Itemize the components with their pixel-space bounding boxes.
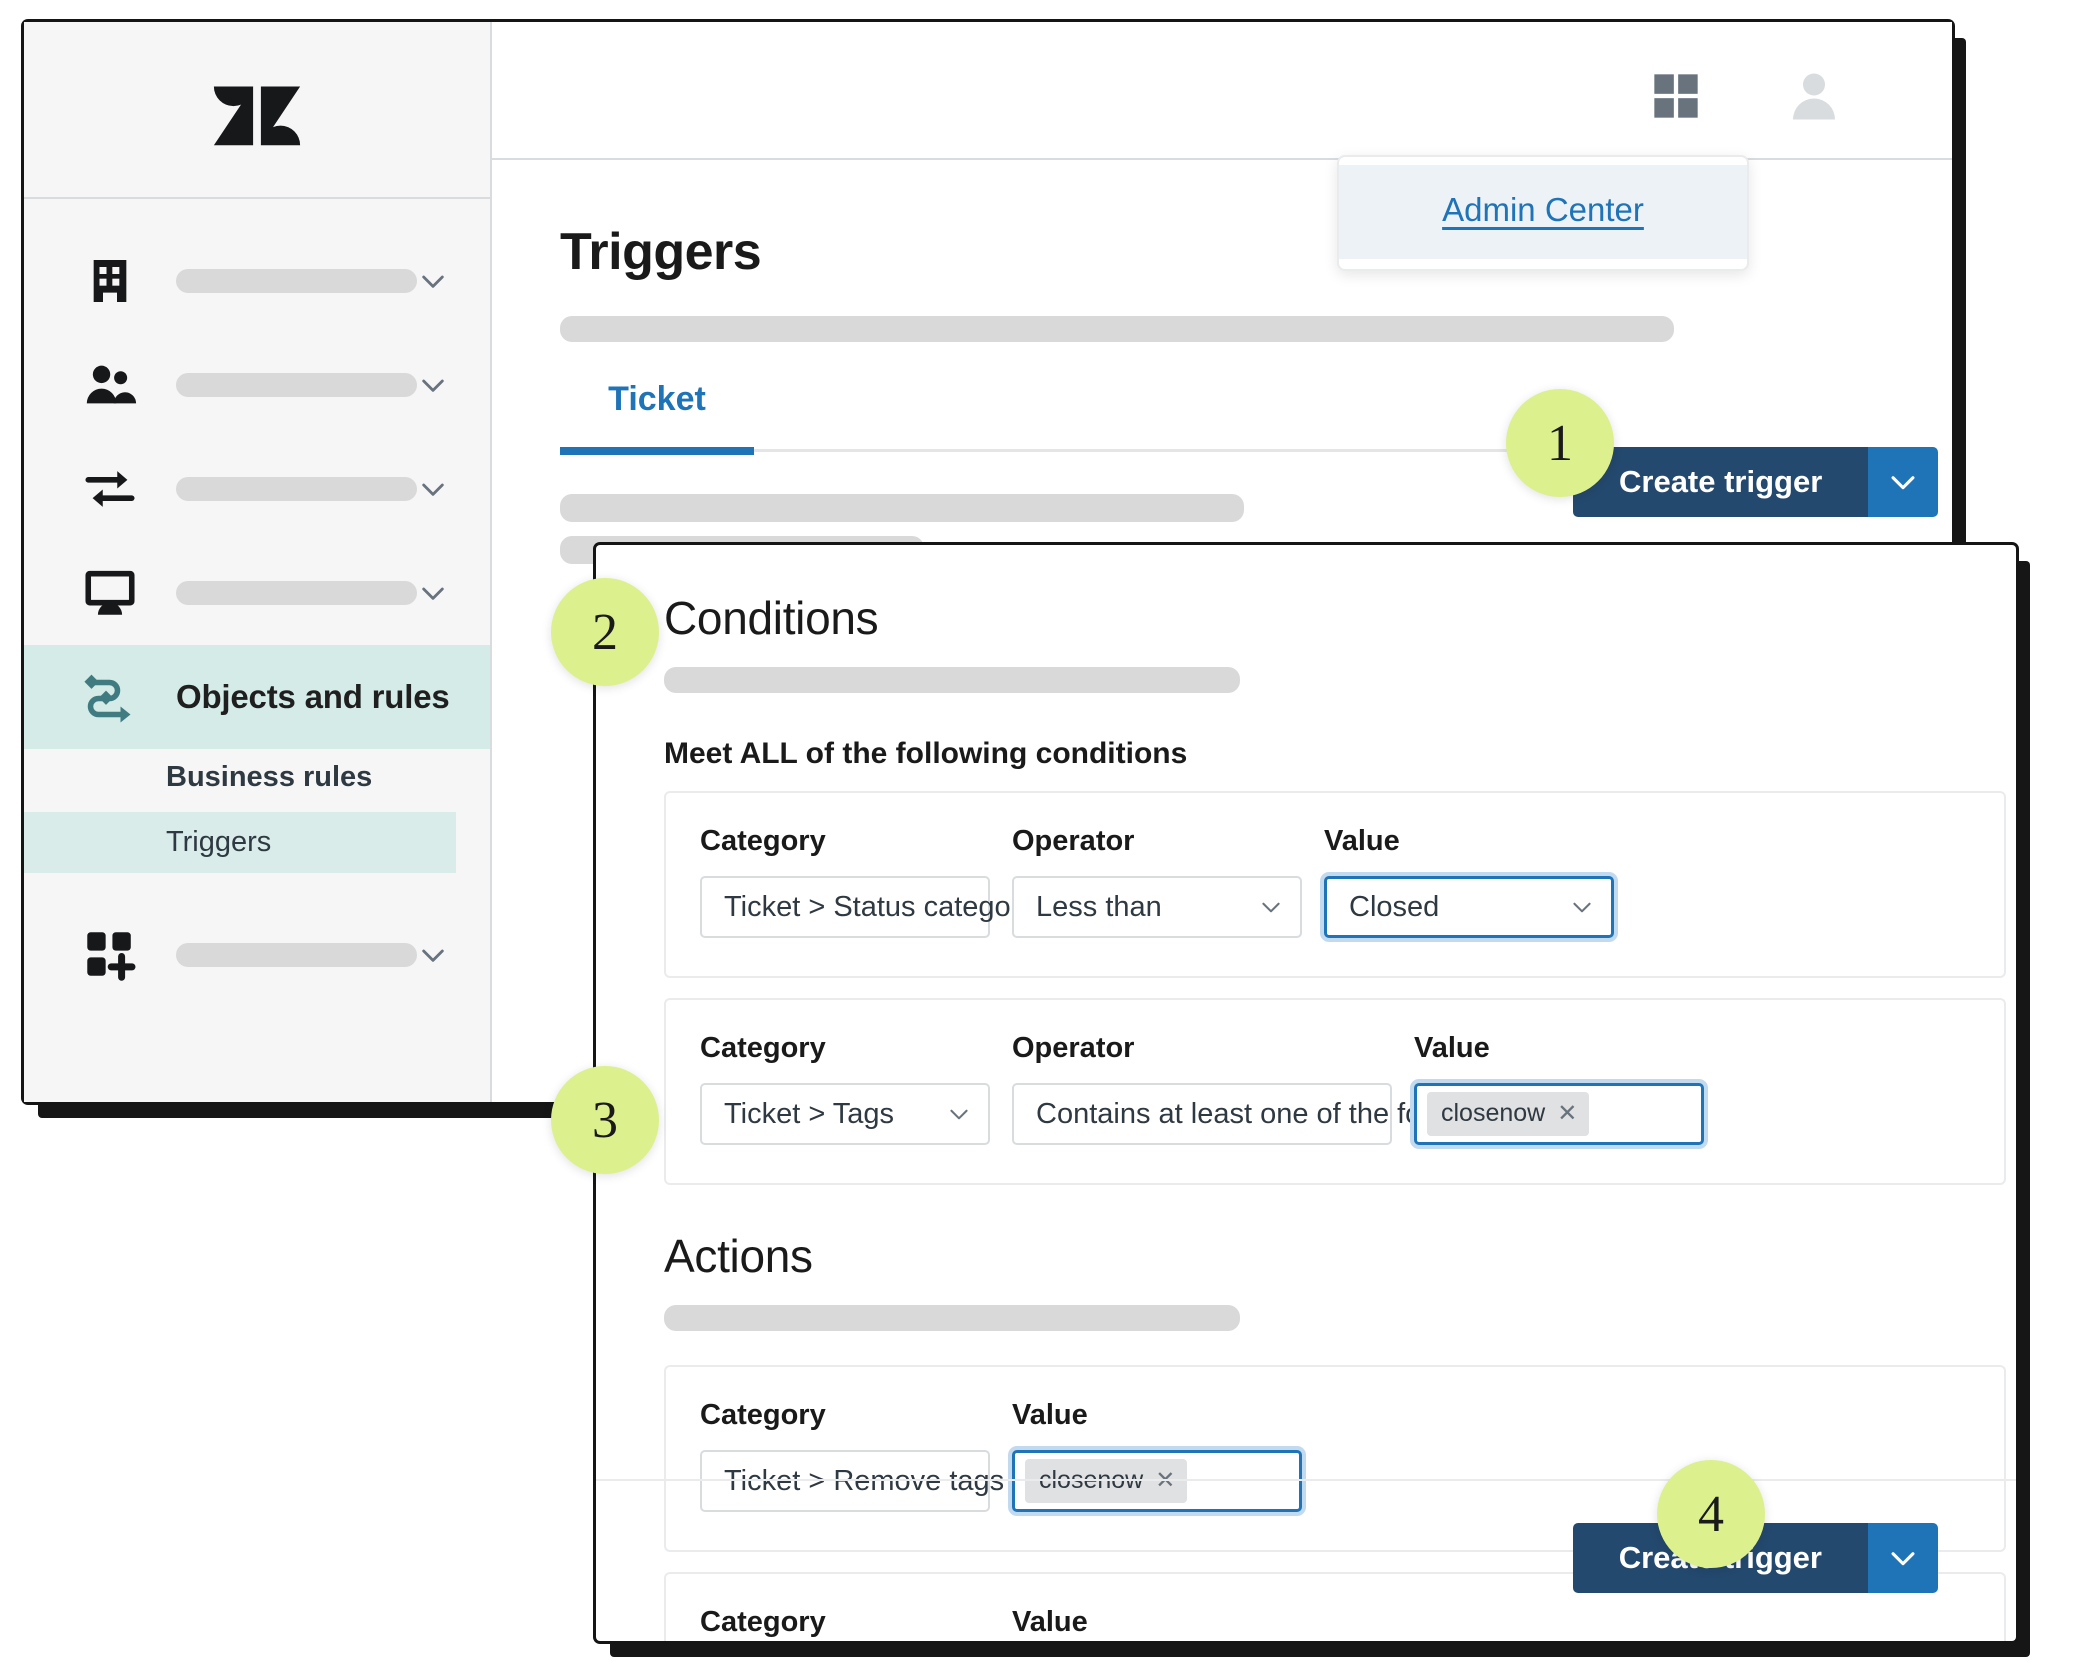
sidebar-label-placeholder <box>176 477 417 501</box>
admin-center-dropdown: Admin Center <box>1337 155 1749 271</box>
monitor-icon <box>80 563 140 623</box>
chevron-down-icon <box>1886 1541 1920 1575</box>
admin-center-link[interactable]: Admin Center <box>1442 191 1644 228</box>
objects-rules-icon <box>80 667 140 727</box>
sidebar: Objects and rules Business rules Trigger… <box>24 22 492 1102</box>
condition-category-value: Ticket > Status category <box>724 890 1035 923</box>
trigger-editor-window: Conditions Meet ALL of the following con… <box>596 545 2016 1641</box>
chevron-down-icon[interactable] <box>417 938 450 972</box>
editor-footer: Create trigger <box>596 1479 2016 1641</box>
sidebar-item-4[interactable] <box>24 541 490 645</box>
page-subtitle-placeholder <box>560 316 1674 342</box>
tag-chip-label: closenow <box>1441 1099 1546 1127</box>
field-label-operator: Operator <box>1012 1032 1135 1064</box>
condition-value-field: Value Closed <box>1324 825 1614 938</box>
callout-badge-4: 4 <box>1657 1460 1765 1568</box>
condition-category-select[interactable]: Ticket > Status category <box>700 876 1057 938</box>
sidebar-subitem-triggers[interactable]: Triggers <box>24 812 456 873</box>
field-label-value: Value <box>1324 825 1400 857</box>
condition-operator-value: Less than <box>1036 890 1162 923</box>
condition-category-value: Ticket > Tags <box>724 1097 895 1130</box>
sidebar-label-placeholder <box>176 373 417 397</box>
field-label-value: Value <box>1012 1399 1088 1431</box>
sidebar-nav: Objects and rules Business rules Trigger… <box>24 199 490 1007</box>
tag-chip[interactable]: closenow ✕ <box>1427 1092 1590 1136</box>
create-trigger-button[interactable]: Create trigger <box>1573 447 1869 517</box>
field-label-category: Category <box>700 1399 826 1431</box>
sidebar-item-3[interactable] <box>24 437 490 541</box>
products-grid-icon[interactable] <box>1650 70 1702 122</box>
create-trigger-dropdown-button[interactable] <box>1868 447 1939 517</box>
create-trigger-dropdown-button[interactable] <box>1868 1523 1938 1593</box>
condition-category-field: Category Ticket > Tags <box>700 1032 990 1145</box>
chevron-down-icon[interactable] <box>417 264 450 298</box>
condition-operator-field: Operator Less than <box>1012 825 1302 938</box>
chevron-down-icon[interactable] <box>417 576 450 610</box>
condition-operator-select[interactable]: Less than <box>1012 876 1302 938</box>
description-placeholder-1 <box>560 494 1244 522</box>
user-avatar-icon[interactable] <box>1784 66 1844 126</box>
create-trigger-button-group-top[interactable]: Create trigger <box>1573 447 1939 517</box>
chevron-down-icon <box>1886 465 1920 499</box>
top-bar <box>492 22 1952 160</box>
sidebar-label-placeholder <box>176 943 417 967</box>
building-icon <box>80 251 140 311</box>
sidebar-label-placeholder <box>176 581 417 605</box>
condition-row: Category Ticket > Status category Operat… <box>664 791 2006 978</box>
actions-description-placeholder <box>664 1305 1240 1331</box>
chevron-down-icon <box>1258 894 1284 920</box>
sidebar-subitem-business-rules[interactable]: Business rules <box>24 749 490 806</box>
people-icon <box>80 355 140 415</box>
callout-badge-2: 2 <box>551 578 659 686</box>
callout-badge-3: 3 <box>551 1066 659 1174</box>
sidebar-item-6[interactable] <box>24 903 490 1007</box>
sidebar-item-2[interactable] <box>24 333 490 437</box>
apps-add-icon <box>80 925 140 985</box>
condition-operator-field: Operator Contains at least one of the fo… <box>1012 1032 1532 1145</box>
sidebar-label-placeholder <box>176 269 417 293</box>
actions-heading: Actions <box>664 1230 813 1282</box>
logo-container <box>24 22 490 199</box>
sidebar-item-objects-and-rules[interactable]: Objects and rules <box>24 645 490 749</box>
condition-value-select[interactable]: Closed <box>1324 876 1614 938</box>
close-icon[interactable]: ✕ <box>1557 1099 1577 1128</box>
meet-all-label: Meet ALL of the following conditions <box>664 737 1188 770</box>
condition-value-text: Closed <box>1349 890 1440 923</box>
admin-center-dropdown-item[interactable]: Admin Center <box>1339 165 1747 259</box>
chevron-down-icon[interactable] <box>417 472 450 506</box>
conditions-heading: Conditions <box>664 592 879 644</box>
conditions-description-placeholder <box>664 667 1240 693</box>
condition-row: Category Ticket > Tags Operator Contains… <box>664 998 2006 1185</box>
tab-bar: Ticket <box>560 380 1952 456</box>
field-label-category: Category <box>700 825 826 857</box>
transfer-arrows-icon <box>80 459 140 519</box>
field-label-category: Category <box>700 1032 826 1064</box>
field-label-operator: Operator <box>1012 825 1135 857</box>
chevron-down-icon[interactable] <box>417 368 450 402</box>
condition-value-field: Value closenow ✕ <box>1414 1032 1704 1145</box>
field-label-value: Value <box>1414 1032 1490 1064</box>
trigger-editor-body: Conditions Meet ALL of the following con… <box>596 545 2016 1641</box>
zendesk-logo-icon <box>208 61 306 159</box>
tab-ticket[interactable]: Ticket <box>560 380 754 455</box>
condition-operator-select[interactable]: Contains at least one of the following <box>1012 1083 1532 1145</box>
chevron-down-icon <box>1569 894 1595 920</box>
condition-category-field: Category Ticket > Status category <box>700 825 1057 938</box>
condition-tags-input[interactable]: closenow ✕ <box>1414 1083 1704 1145</box>
condition-category-select[interactable]: Ticket > Tags <box>700 1083 990 1145</box>
sidebar-item-label: Objects and rules <box>176 678 450 715</box>
callout-badge-1: 1 <box>1506 389 1614 497</box>
chevron-down-icon <box>946 1101 972 1127</box>
sidebar-item-1[interactable] <box>24 229 490 333</box>
